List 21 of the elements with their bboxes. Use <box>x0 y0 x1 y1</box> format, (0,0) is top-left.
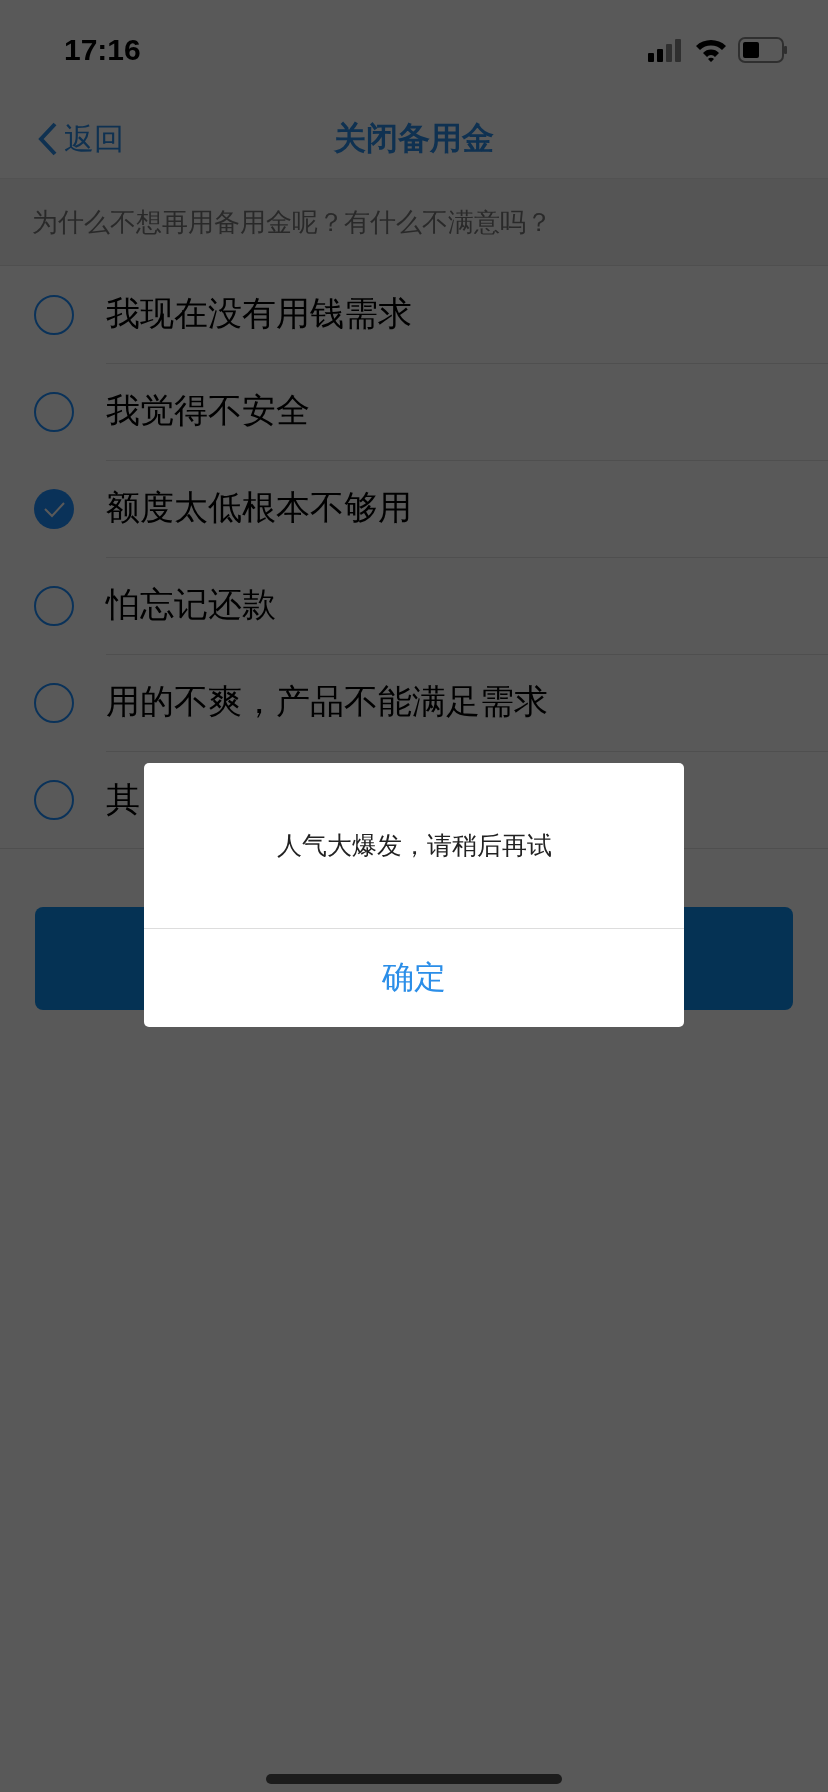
checked-radio-icon[interactable] <box>34 488 74 529</box>
radio-icon[interactable] <box>34 294 74 335</box>
wifi-icon <box>694 38 728 62</box>
option-label[interactable]: 额度太低根本不够用 <box>106 485 412 531</box>
option-label[interactable]: 我觉得不安全 <box>106 388 310 434</box>
chevron-left-icon <box>38 122 58 156</box>
option-label[interactable]: 我现在没有用钱需求 <box>106 291 412 337</box>
radio-icon[interactable] <box>34 391 74 432</box>
option-label[interactable]: 用的不爽，产品不能满足需求 <box>106 679 548 725</box>
confirm-button[interactable]: 确定 <box>144 928 684 1027</box>
page-title: 关闭备用金 <box>334 118 494 159</box>
radio-icon[interactable] <box>34 779 74 820</box>
radio-icon[interactable] <box>34 682 74 723</box>
option-label[interactable]: 怕忘记还款 <box>106 582 276 628</box>
radio-icon[interactable] <box>34 585 74 626</box>
signal-icon <box>648 38 684 62</box>
status-time: 17:16 <box>64 33 141 67</box>
back-button[interactable]: 返回 <box>38 118 124 160</box>
alert-message: 人气大爆发，请稍后再试 <box>276 830 552 862</box>
battery-icon <box>738 37 788 63</box>
option-label[interactable]: 其 <box>106 776 140 823</box>
